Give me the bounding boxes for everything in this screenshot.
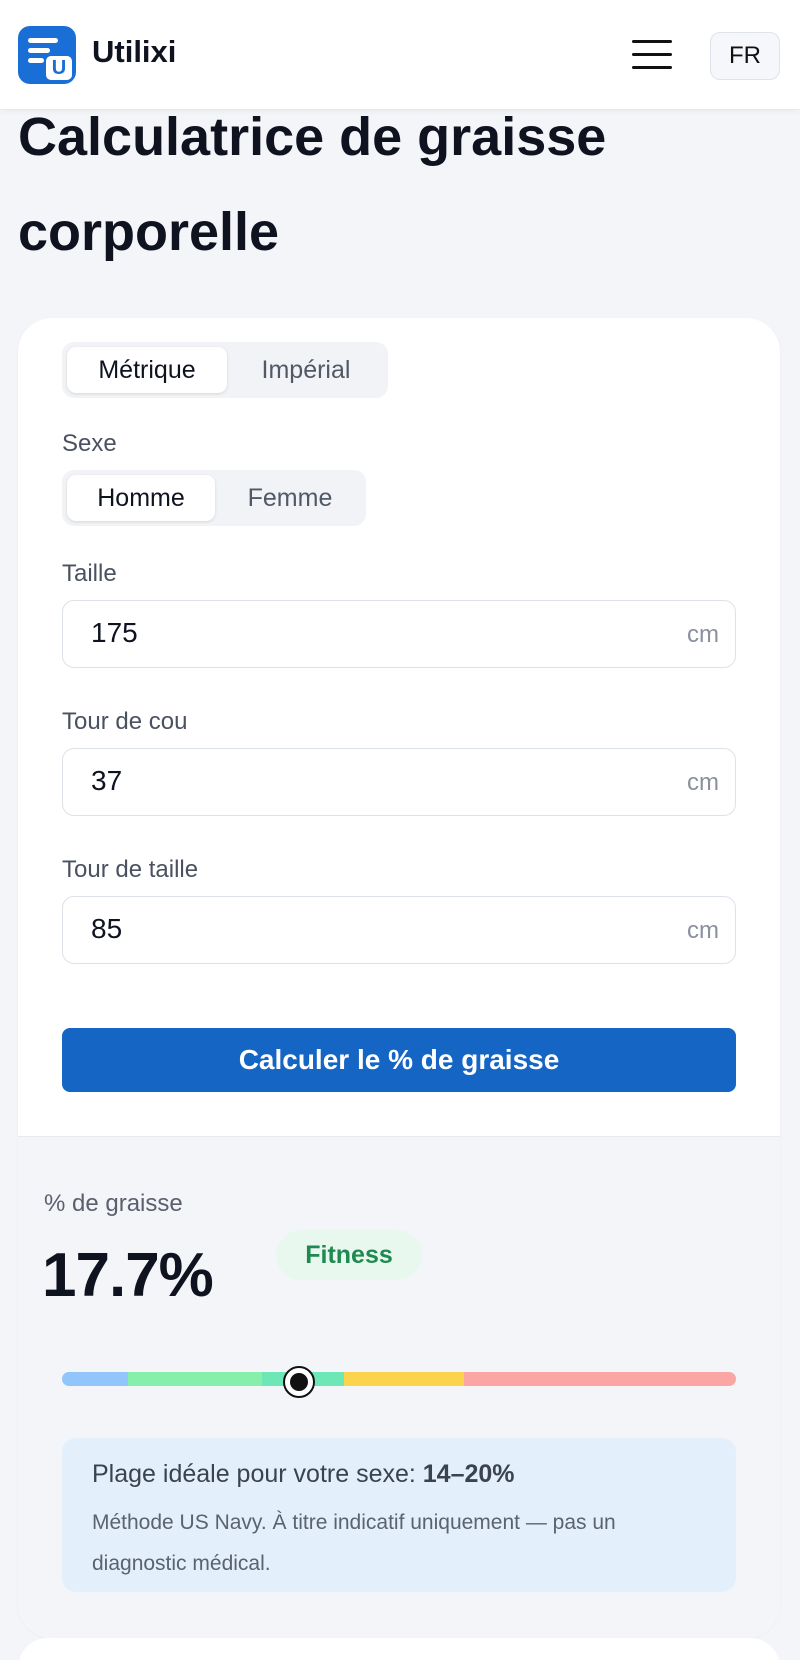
waist-field: cm [62,896,736,964]
gauge-segment-athletes [128,1372,262,1386]
waist-input[interactable] [63,897,653,961]
logo-bar [28,38,58,43]
logo-bar [28,58,44,63]
calculate-button[interactable]: Calculer le % de graisse [62,1028,736,1092]
gauge-segment-average [344,1372,464,1386]
neck-unit: cm [687,769,719,796]
height-input[interactable] [63,601,653,665]
language-switch-button[interactable]: FR [710,32,780,80]
ideal-range-line: Plage idéale pour votre sexe: 14–20% [92,1460,515,1489]
ideal-range-info-box: Plage idéale pour votre sexe: 14–20% Mét… [62,1438,736,1592]
unit-option-metric[interactable]: Métrique [67,347,227,393]
body-fat-gauge [62,1372,736,1386]
ideal-range-prefix: Plage idéale pour votre sexe: [92,1460,416,1488]
neck-label: Tour de cou [62,708,188,735]
hamburger-menu-icon[interactable] [628,38,674,72]
sex-toggle: Homme Femme [62,470,366,526]
page-title: Calculatrice de graisse corporelle [18,107,607,262]
neck-input[interactable] [63,749,653,813]
result-value: 17.7% [42,1241,214,1310]
sex-option-male[interactable]: Homme [67,475,215,521]
gauge-segment-essential [62,1372,128,1386]
unit-toggle: Métrique Impérial [62,342,388,398]
menu-line [632,40,672,43]
gauge-segment-obese [464,1372,736,1386]
top-navbar: U Utilixi FR [0,0,800,110]
sex-option-female[interactable]: Femme [218,475,362,521]
result-label: % de graisse [44,1190,183,1217]
logo-letter: U [46,56,72,80]
gauge-marker [283,1366,315,1398]
disclaimer-text: Méthode US Navy. À titre indicatif uniqu… [92,1511,616,1575]
unit-option-imperial[interactable]: Impérial [230,347,382,393]
waist-unit: cm [687,917,719,944]
category-badge: Fitness [276,1230,422,1280]
next-card [18,1638,780,1660]
menu-line [632,53,672,56]
ideal-range-value: 14–20% [422,1460,515,1488]
neck-field: cm [62,748,736,816]
waist-label: Tour de taille [62,856,199,883]
sex-label: Sexe [62,430,117,457]
height-field: cm [62,600,736,668]
brand-name[interactable]: Utilixi [92,34,176,70]
height-label: Taille [62,560,117,587]
menu-line [632,66,672,69]
utilixi-logo[interactable]: U [18,26,76,84]
logo-bar [28,48,50,53]
height-unit: cm [687,621,719,648]
